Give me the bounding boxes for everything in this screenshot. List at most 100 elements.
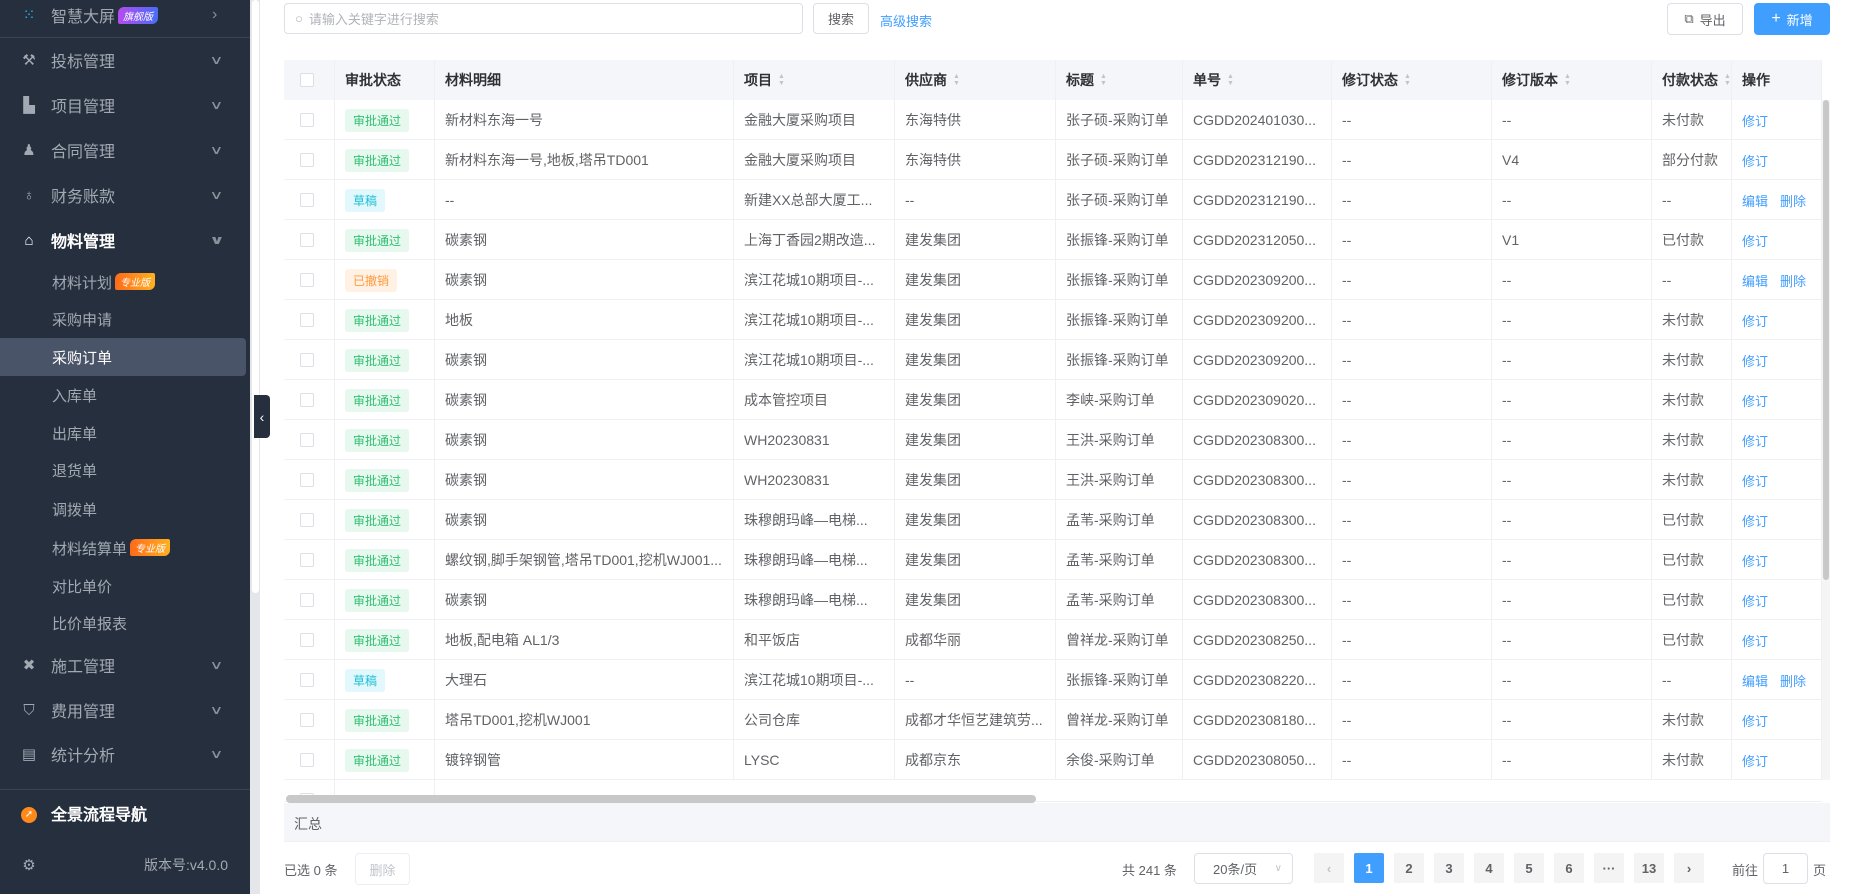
edit-link[interactable]: 编辑 <box>1742 671 1768 690</box>
page-button[interactable]: 3 <box>1434 853 1464 883</box>
sort-icon[interactable]: ▲ ▼ <box>1227 73 1234 87</box>
sort-icon[interactable]: ▲ ▼ <box>1564 73 1571 87</box>
sort-icon[interactable]: ▲ ▼ <box>1724 73 1731 87</box>
sidebar-group-0[interactable]: ⚒ 投标管理 ∨ <box>0 41 250 79</box>
row-checkbox[interactable] <box>300 153 314 167</box>
revise-link[interactable]: 修订 <box>1742 631 1768 650</box>
sort-icon[interactable]: ▲ ▼ <box>778 73 785 87</box>
collapse-sidebar-button[interactable]: ‹ <box>254 395 270 438</box>
revise-link[interactable]: 修订 <box>1742 431 1768 450</box>
page-button[interactable]: 4 <box>1474 853 1504 883</box>
sidebar-group-1[interactable]: ⛉ 费用管理 ∨ <box>0 691 250 729</box>
revise-link[interactable]: 修订 <box>1742 231 1768 250</box>
sidebar-item-sub-1[interactable]: 采购申请 <box>0 300 246 338</box>
table-row[interactable]: 审批通过 碳素钢 滨江花城10期项目-... 建发集团 张振锋-采购订单 CGDD2023… <box>284 340 1822 380</box>
row-checkbox[interactable] <box>300 433 314 447</box>
revise-link[interactable]: 修订 <box>1742 391 1768 410</box>
column-header-3[interactable]: 供应商 ▲ ▼ <box>895 60 1056 100</box>
table-row[interactable]: 审批通过 碳素钢 WH20230831 建发集团 王洪-采购订单 CGDD20230830… <box>284 460 1822 500</box>
revise-link[interactable]: 修订 <box>1742 511 1768 530</box>
table-row[interactable]: 审批通过 碳素钢 WH20230831 建发集团 王洪-采购订单 CGDD20230830… <box>284 420 1822 460</box>
sidebar-item-sub-4[interactable]: 出库单 <box>0 414 246 452</box>
page-button[interactable]: 1 <box>1354 853 1384 883</box>
page-button[interactable]: 6 <box>1554 853 1584 883</box>
row-checkbox[interactable] <box>300 113 314 127</box>
revise-link[interactable]: 修订 <box>1742 471 1768 490</box>
sort-icon[interactable]: ▲ ▼ <box>1100 73 1107 87</box>
sidebar-group-3[interactable]: ♁ 财务账款 ∨ <box>0 176 250 214</box>
edit-link[interactable]: 编辑 <box>1742 271 1768 290</box>
export-button[interactable]: ⧉ 导出 <box>1667 3 1743 35</box>
revise-link[interactable]: 修订 <box>1742 711 1768 730</box>
sidebar-group-2[interactable]: ♟ 合同管理 ∨ <box>0 131 250 169</box>
table-row[interactable]: 审批通过 螺纹钢,脚手架钢管,塔吊TD001,挖机WJ001... 珠穆朗玛峰—电梯… <box>284 540 1822 580</box>
sidebar-item-sub-8[interactable]: 对比单价 <box>0 567 246 605</box>
edit-link[interactable]: 编辑 <box>1742 191 1768 210</box>
row-checkbox[interactable] <box>300 353 314 367</box>
page-button[interactable]: 2 <box>1394 853 1424 883</box>
table-row[interactable]: 草稿 -- 新建XX总部大厦工... -- 张子硕-采购订单 CGDD202312190.… <box>284 180 1822 220</box>
row-checkbox[interactable] <box>300 233 314 247</box>
row-checkbox[interactable] <box>300 273 314 287</box>
table-row[interactable]: 已撤销 碳素钢 滨江花城10期项目-... 建发集团 张振锋-采购订单 CGDD20230… <box>284 260 1822 300</box>
goto-page-input[interactable]: 1 <box>1763 853 1808 884</box>
table-row[interactable]: 审批通过 碳素钢 珠穆朗玛峰—电梯... 建发集团 孟苇-采购订单 CGDD2023083… <box>284 500 1822 540</box>
table-row[interactable]: 审批通过 碳素钢 珠穆朗玛峰—电梯... 建发集团 孟苇-采购订单 CGDD2023083… <box>284 580 1822 620</box>
page-button[interactable]: 13 <box>1634 853 1664 883</box>
row-checkbox[interactable] <box>300 553 314 567</box>
sidebar-group-4[interactable]: ⌂ 物料管理 ∨ <box>0 221 250 259</box>
sort-icon[interactable]: ▲ ▼ <box>1404 73 1411 87</box>
table-row[interactable]: 审批通过 碳素钢 上海丁香园2期改造... 建发集团 张振锋-采购订单 CGDD20231… <box>284 220 1822 260</box>
gear-icon[interactable]: ⚙ <box>20 856 38 874</box>
table-row[interactable]: 审批通过 地板,配电箱 AL1/3 和平饭店 成都华丽 曾祥龙-采购订单 CGDD2023… <box>284 620 1822 660</box>
revise-link[interactable]: 修订 <box>1742 591 1768 610</box>
table-row[interactable]: 审批通过 碳素钢 成本管控项目 建发集团 李峡-采购订单 CGDD202309020...… <box>284 380 1822 420</box>
prev-page-button[interactable]: ‹ <box>1314 853 1344 883</box>
select-all-checkbox[interactable] <box>300 73 314 87</box>
row-checkbox[interactable] <box>300 513 314 527</box>
column-header-6[interactable]: 修订状态 ▲ ▼ <box>1332 60 1492 100</box>
sort-icon[interactable]: ▲ ▼ <box>953 73 960 87</box>
revise-link[interactable]: 修订 <box>1742 551 1768 570</box>
sidebar-item-sub-2[interactable]: 采购订单 <box>0 338 246 376</box>
table-horizontal-scrollbar[interactable] <box>286 795 1036 803</box>
page-size-select[interactable]: 20条/页 ∨ <box>1194 853 1293 884</box>
sidebar-item-sub-9[interactable]: 比价单报表 <box>0 604 246 642</box>
table-vertical-scrollbar-thumb[interactable] <box>1823 100 1829 580</box>
sidebar-item-sub-3[interactable]: 入库单 <box>0 376 246 414</box>
sidebar-item-sub-6[interactable]: 调拨单 <box>0 490 246 528</box>
row-checkbox[interactable] <box>300 753 314 767</box>
page-button[interactable]: 5 <box>1514 853 1544 883</box>
sidebar-item-dashboard[interactable]: ⁙ 智慧大屏 旗舰版 › <box>0 0 250 34</box>
row-checkbox[interactable] <box>300 313 314 327</box>
column-header-7[interactable]: 修订版本 ▲ ▼ <box>1492 60 1652 100</box>
row-checkbox[interactable] <box>300 633 314 647</box>
column-header-5[interactable]: 单号 ▲ ▼ <box>1183 60 1332 100</box>
sidebar-item-sub-7[interactable]: 材料结算单 专业版 <box>0 529 246 567</box>
search-button[interactable]: 搜索 <box>813 3 869 34</box>
revise-link[interactable]: 修订 <box>1742 311 1768 330</box>
delete-link[interactable]: 删除 <box>1780 271 1806 290</box>
table-row[interactable]: 审批通过 塔吊TD001,挖机WJ001 公司仓库 成都才华恒艺建筑劳... 曾祥龙-采… <box>284 700 1822 740</box>
table-row[interactable]: 草稿 大理石 滨江花城10期项目-... -- 张振锋-采购订单 CGDD20230822… <box>284 660 1822 700</box>
revise-link[interactable]: 修订 <box>1742 751 1768 770</box>
row-checkbox[interactable] <box>300 673 314 687</box>
delete-link[interactable]: 删除 <box>1780 671 1806 690</box>
sidebar-group-0[interactable]: ✖ 施工管理 ∨ <box>0 646 250 684</box>
row-checkbox[interactable] <box>300 713 314 727</box>
column-header-2[interactable]: 项目 ▲ ▼ <box>734 60 895 100</box>
add-button[interactable]: + 新增 <box>1754 3 1830 35</box>
delete-link[interactable]: 删除 <box>1780 191 1806 210</box>
table-row[interactable]: 审批通过 镀锌钢管 LYSC 成都京东 余俊-采购订单 CGDD202308050... -… <box>284 740 1822 780</box>
revise-link[interactable]: 修订 <box>1742 151 1768 170</box>
sidebar-item-process-guide[interactable]: ➚ 全景流程导航 <box>0 794 250 832</box>
more-pages-button[interactable]: ··· <box>1594 853 1624 883</box>
revise-link[interactable]: 修订 <box>1742 111 1768 130</box>
row-checkbox[interactable] <box>300 393 314 407</box>
row-checkbox[interactable] <box>300 473 314 487</box>
sidebar-item-sub-5[interactable]: 退货单 <box>0 451 246 489</box>
row-checkbox[interactable] <box>300 193 314 207</box>
row-checkbox[interactable] <box>300 593 314 607</box>
table-row[interactable]: 审批通过 地板 滨江花城10期项目-... 建发集团 张振锋-采购订单 CGDD20230… <box>284 300 1822 340</box>
next-page-button[interactable]: › <box>1674 853 1704 883</box>
